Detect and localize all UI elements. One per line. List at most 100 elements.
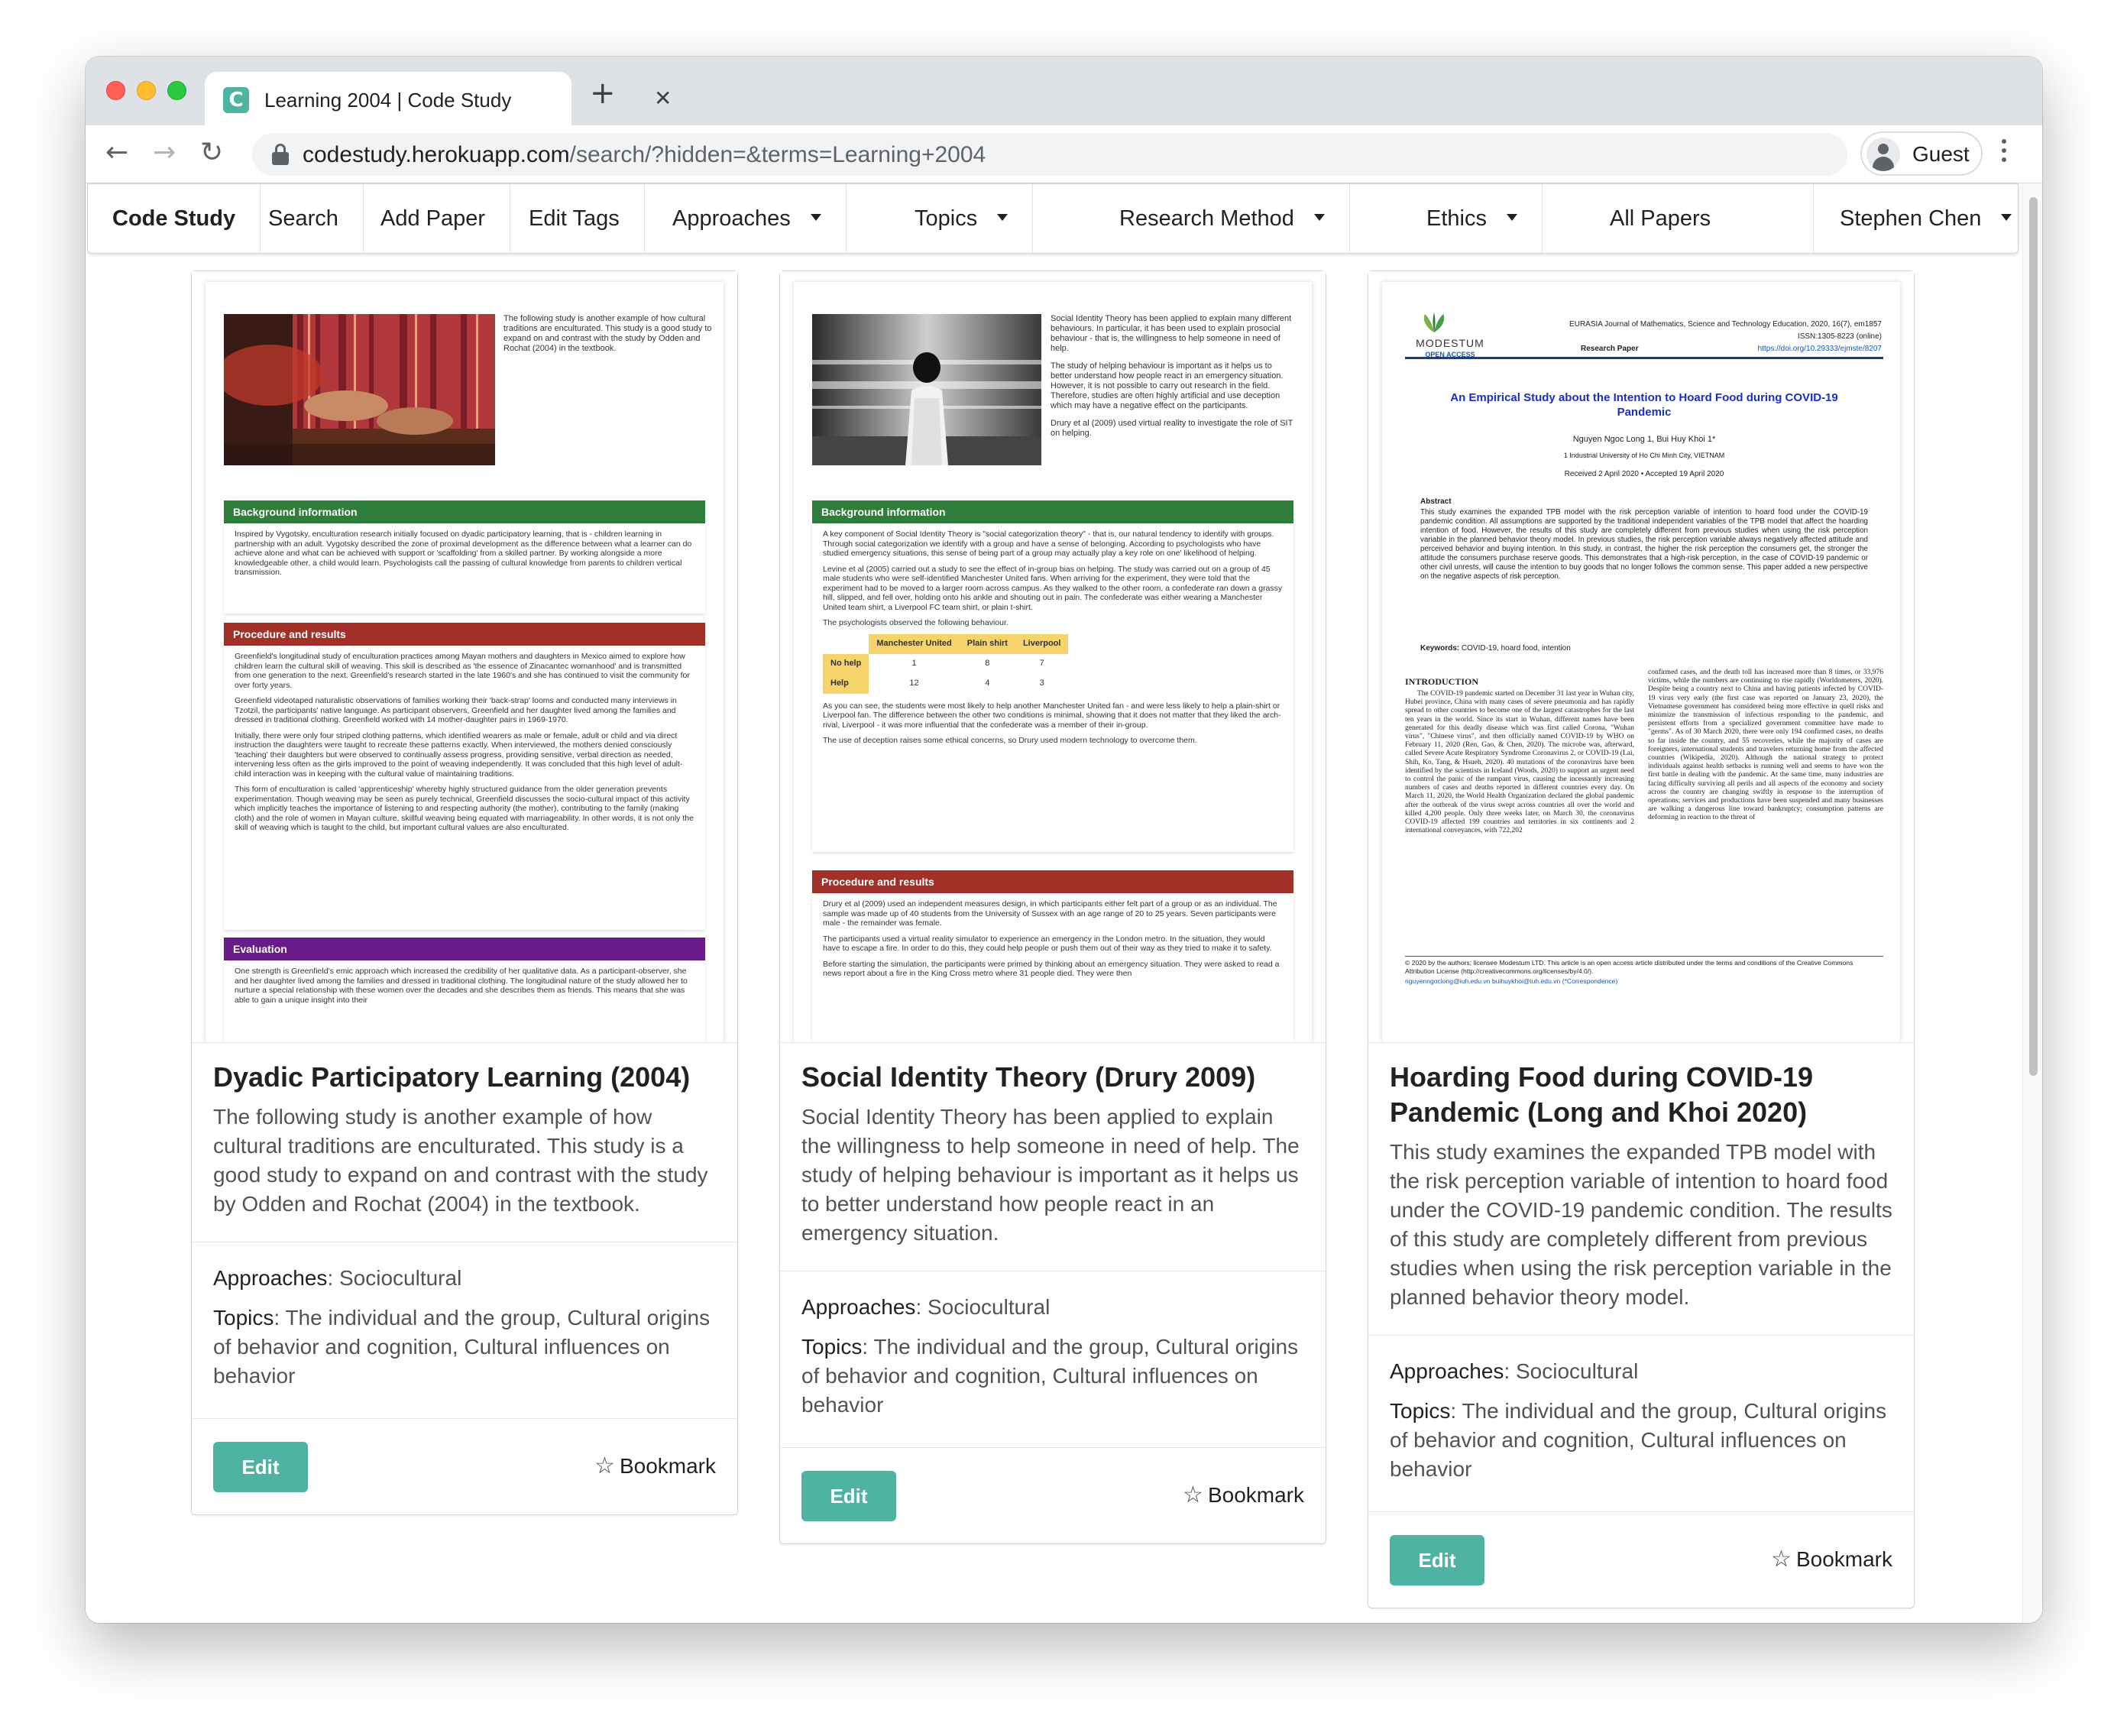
paper-thumbnail[interactable]: Social Identity Theory has been applied … (780, 271, 1326, 1043)
card-description: This study examines the expanded TPB mod… (1390, 1140, 1892, 1309)
metro-photo (812, 314, 1041, 465)
topics-value: The individual and the group, Cultural o… (213, 1306, 711, 1388)
edit-button[interactable]: Edit (1390, 1535, 1484, 1585)
approaches-row: Approaches: Sociocultural (1390, 1359, 1639, 1383)
tab-close-icon[interactable]: ✕ (654, 86, 672, 111)
nav-search[interactable]: Search (244, 184, 364, 253)
user-name: Stephen Chen (1840, 206, 1982, 231)
nav-topics[interactable]: Topics (890, 184, 1034, 253)
document-page: Social Identity Theory has been applied … (794, 282, 1312, 1042)
card-title[interactable]: Hoarding Food during COVID-19 Pandemic (… (1390, 1060, 1892, 1130)
section-paragraph: The psychologists observed the following… (823, 618, 1008, 627)
doi-link[interactable]: https://doi.org/10.29333/ejmste/8207 (1688, 345, 1882, 353)
page-scrollbar[interactable] (2022, 183, 2042, 1623)
abstract-text: This study examines the expanded TPB mod… (1420, 508, 1868, 581)
dropdown-caret-icon (810, 213, 821, 221)
edit-button[interactable]: Edit (213, 1442, 308, 1492)
browser-window: C Learning 2004 | Code Study ✕ + ← → ↻ c… (86, 57, 2042, 1623)
keywords: Keywords: COVID-19, hoard food, intentio… (1420, 644, 1571, 653)
paper-thumbnail[interactable]: MODESTUM OPEN ACCESS EURASIA Journal of … (1368, 271, 1914, 1043)
modestum-logo-icon (1423, 313, 1445, 332)
nav-edit-tags[interactable]: Edit Tags (504, 184, 645, 253)
dropdown-caret-icon (997, 213, 1008, 221)
reload-icon[interactable]: ↻ (200, 136, 223, 170)
card-title[interactable]: Dyadic Participatory Learning (2004) (213, 1060, 716, 1095)
maximize-window-button[interactable] (167, 81, 186, 100)
intro-paragraph: Social Identity Theory has been applied … (1051, 314, 1292, 353)
bookmark-label: Bookmark (619, 1454, 716, 1478)
paper-thumbnail[interactable]: The following study is another example o… (192, 271, 737, 1043)
footer-rule (1405, 956, 1883, 957)
section-paragraph: As you can see, the students were most l… (823, 701, 1281, 730)
card-title[interactable]: Social Identity Theory (Drury 2009) (801, 1060, 1304, 1095)
footer-copyright: © 2020 by the authors; licensee Modestum… (1405, 959, 1853, 975)
nav-add-paper[interactable]: Add Paper (356, 184, 511, 253)
card-description: The following study is another example o… (213, 1105, 708, 1216)
section-paragraph: A key component of Social Identity Theor… (823, 530, 1274, 558)
forward-arrow-icon[interactable]: → (153, 136, 176, 170)
section-heading: Evaluation (224, 938, 705, 960)
section-body: Greenfield's longitudinal study of encul… (224, 646, 705, 930)
nav-ethics[interactable]: Ethics (1402, 184, 1543, 253)
journal-issn: ISSN:1305-8223 (online) (1797, 332, 1882, 341)
section-body: Drury et al (2009) used an independent m… (812, 893, 1293, 1042)
bookmark-button[interactable]: ☆ Bookmark (594, 1453, 716, 1479)
bookmark-button[interactable]: ☆ Bookmark (1771, 1546, 1892, 1572)
new-tab-icon[interactable]: + (590, 78, 616, 108)
more-menu-icon[interactable] (2002, 139, 2008, 170)
browser-toolbar: ← → ↻ codestudy.herokuapp.com/search/?hi… (86, 125, 2042, 183)
footer-emails: nguyenngoclong@iuh.edu.vn buihuykhoi@iuh… (1405, 977, 1618, 985)
user-menu[interactable]: Stephen Chen (1813, 184, 2038, 253)
publisher-name: MODESTUM (1416, 337, 1484, 349)
section-paragraph: Drury et al (2009) used an independent m… (823, 899, 1277, 928)
nav-approaches[interactable]: Approaches (648, 184, 847, 253)
table-cell: 12 (909, 679, 919, 688)
minimize-window-button[interactable] (137, 81, 156, 100)
section-heading: Procedure and results (812, 870, 1293, 893)
star-icon: ☆ (1183, 1482, 1203, 1508)
edit-button[interactable]: Edit (801, 1471, 896, 1521)
nav-all-papers[interactable]: All Papers (1585, 184, 1735, 253)
table-header: Liverpool (1015, 633, 1069, 654)
browser-tab[interactable]: C Learning 2004 | Code Study ✕ (205, 72, 672, 125)
section-heading: Procedure and results (224, 623, 705, 646)
section-heading: Background information (224, 500, 705, 523)
profile-button[interactable]: Guest (1860, 131, 1983, 176)
section-heading: Background information (812, 500, 1293, 523)
address-bar[interactable]: codestudy.herokuapp.com/search/?hidden=&… (252, 133, 1847, 176)
table-cell: 3 (1039, 679, 1044, 688)
back-arrow-icon[interactable]: ← (105, 136, 128, 170)
approaches-value: Sociocultural (339, 1266, 462, 1290)
site-menu: Code Study Search Add Paper Edit Tags Ap… (87, 183, 2019, 254)
header-rule (1405, 357, 1883, 359)
section-paragraph: Before starting the simulation, the part… (823, 959, 1280, 979)
scrollbar-thumb[interactable] (2029, 197, 2038, 1076)
intro-paragraph: The study of helping behaviour is import… (1051, 361, 1284, 410)
card-description: Social Identity Theory has been applied … (801, 1105, 1300, 1245)
bookmark-button[interactable]: ☆ Bookmark (1183, 1482, 1304, 1508)
close-window-button[interactable] (106, 81, 125, 100)
topics-value: The individual and the group, Cultural o… (1390, 1399, 1887, 1481)
intro-column-left: The COVID-19 pandemic started on Decembe… (1405, 690, 1634, 835)
section-paragraph: The participants used a virtual reality … (823, 934, 1272, 954)
intro-heading: INTRODUCTION (1405, 676, 1479, 687)
approaches-label: Approaches (801, 1295, 916, 1319)
topics-label: Topics (1390, 1399, 1451, 1423)
profile-label: Guest (1912, 142, 1970, 166)
paper-card: Social Identity Theory has been applied … (779, 270, 1326, 1544)
intro-column-right: confirmed cases, and the death toll has … (1648, 669, 1883, 822)
keywords-value: COVID-19, hoard food, intention (1461, 644, 1571, 653)
section-paragraph: This form of enculturation is called 'ap… (235, 785, 694, 832)
topics-label: Topics (801, 1335, 863, 1359)
approaches-row: Approaches: Sociocultural (801, 1295, 1051, 1319)
paper-card: The following study is another example o… (191, 270, 738, 1515)
nav-ethics-label: Ethics (1426, 206, 1487, 231)
url-text: codestudy.herokuapp.com/search/?hidden=&… (303, 142, 986, 167)
dropdown-caret-icon (1506, 213, 1517, 221)
nav-research-method[interactable]: Research Method (1095, 184, 1350, 253)
page-content: Code Study Search Add Paper Edit Tags Ap… (86, 183, 2042, 1623)
table-row-label: No help (823, 653, 869, 674)
brand-link[interactable]: Code Study (88, 184, 261, 253)
topics-label: Topics (213, 1306, 274, 1330)
approaches-value: Sociocultural (1516, 1359, 1639, 1383)
